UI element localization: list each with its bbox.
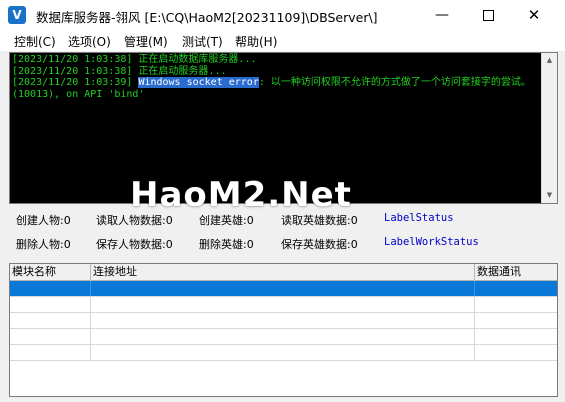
v-logo-icon: V <box>8 6 26 24</box>
label-status: LabelStatus <box>384 212 454 224</box>
table-row[interactable] <box>10 297 557 313</box>
menu-control[interactable]: 控制(C) <box>14 33 56 50</box>
table-cell[interactable] <box>91 313 475 328</box>
table-cell[interactable] <box>10 329 91 344</box>
log-message: 正在启动数据库服务器... <box>138 54 257 65</box>
log-scrollbar[interactable]: ▲ ▼ <box>541 53 557 203</box>
table-row[interactable] <box>10 313 557 329</box>
log-line: [2023/11/20 1:03:38] 正在启动数据库服务器... <box>12 54 539 66</box>
table-cell[interactable] <box>91 345 475 360</box>
table-cell[interactable] <box>10 345 91 360</box>
stat-create-character: 创建人物:0 <box>16 214 71 227</box>
label-work-status: LabelWorkStatus <box>384 236 479 248</box>
table-cell[interactable] <box>91 281 475 296</box>
table-row[interactable] <box>10 329 557 345</box>
menu-manage[interactable]: 管理(M) <box>124 33 168 50</box>
log-line: [2023/11/20 1:03:38] 正在启动服务器... <box>12 66 539 78</box>
minimize-button[interactable]: — <box>419 0 465 31</box>
table-cell[interactable] <box>10 281 91 296</box>
menu-test[interactable]: 测试(T) <box>182 33 223 50</box>
watermark-text: HaoM2.Net <box>130 175 352 215</box>
table-cell[interactable] <box>10 297 91 312</box>
table-cell[interactable] <box>10 313 91 328</box>
log-line: [2023/11/20 1:03:39] Windows socket erro… <box>12 77 539 100</box>
maximize-button[interactable] <box>465 0 511 31</box>
scroll-up-arrow-icon[interactable]: ▲ <box>542 53 557 68</box>
log-timestamp: [2023/11/20 1:03:38] <box>12 65 139 77</box>
title-bar[interactable]: V 数据库服务器-翎风 [E:\CQ\HaoM2[20231109]\DBSer… <box>0 0 565 31</box>
menu-bar: 控制(C) 选项(O) 管理(M) 测试(T) 帮助(H) <box>0 31 565 51</box>
stat-delete-character: 删除人物:0 <box>16 238 71 251</box>
window-title: 数据库服务器-翎风 [E:\CQ\HaoM2[20231109]\DBServe… <box>36 10 378 25</box>
log-timestamp: [2023/11/20 1:03:38] <box>12 54 139 65</box>
table-cell[interactable] <box>91 297 475 312</box>
stat-delete-hero: 删除英雄:0 <box>199 238 254 251</box>
column-header-module-name[interactable]: 模块名称 <box>10 264 91 280</box>
table-row[interactable] <box>10 281 557 297</box>
stat-save-character-data: 保存人物数据:0 <box>96 238 173 251</box>
maximize-icon <box>482 9 494 21</box>
table-header: 模块名称 连接地址 数据通讯 <box>10 264 557 281</box>
menu-help[interactable]: 帮助(H) <box>235 33 277 50</box>
close-button[interactable]: ✕ <box>511 0 557 31</box>
column-header-connect-address[interactable]: 连接地址 <box>91 264 475 280</box>
menu-options[interactable]: 选项(O) <box>68 33 111 50</box>
log-selection-highlight[interactable]: Windows socket error <box>138 77 259 88</box>
table-row[interactable] <box>10 345 557 361</box>
stat-save-hero-data: 保存英雄数据:0 <box>281 238 358 251</box>
main-window: V 数据库服务器-翎风 [E:\CQ\HaoM2[20231109]\DBSer… <box>0 0 565 402</box>
table-cell[interactable] <box>91 329 475 344</box>
log-message: 正在启动服务器... <box>138 65 227 77</box>
scroll-down-arrow-icon[interactable]: ▼ <box>542 188 557 203</box>
module-table[interactable]: 模块名称 连接地址 数据通讯 <box>9 263 558 397</box>
log-timestamp: [2023/11/20 1:03:39] <box>12 77 139 88</box>
column-header-data-comm[interactable]: 数据通讯 <box>475 264 557 280</box>
